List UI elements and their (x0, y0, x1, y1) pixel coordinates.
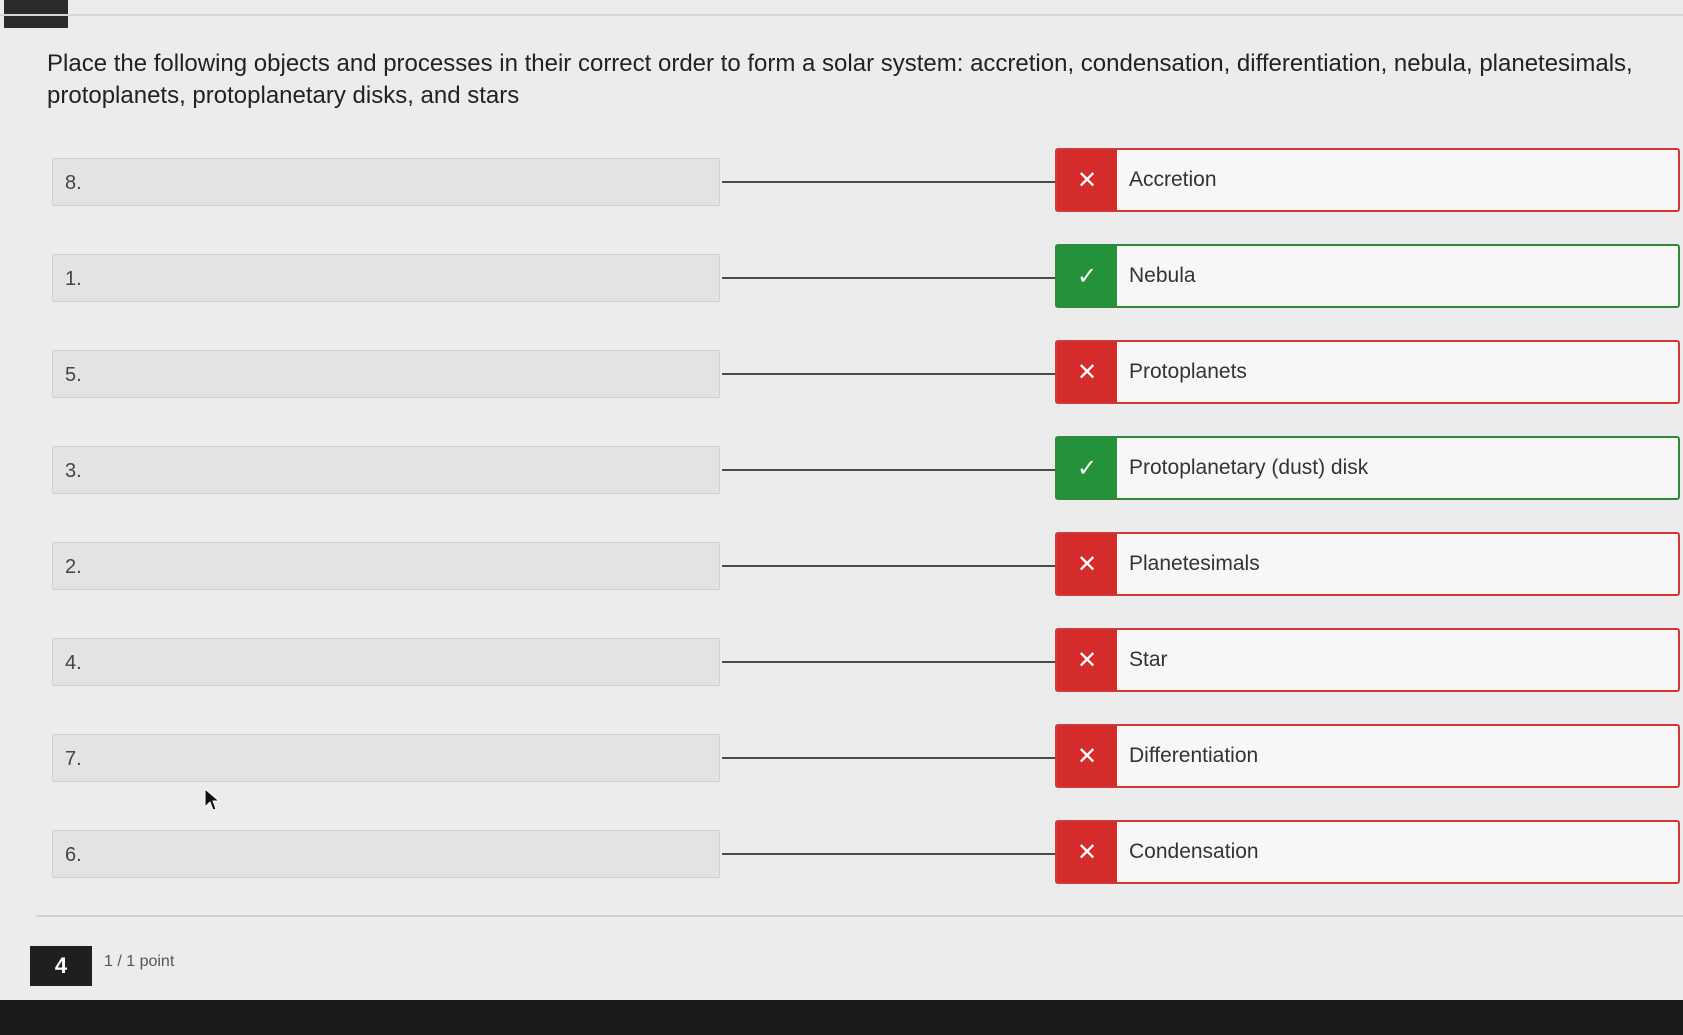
match-row: 2. ✕ Planetesimals (0, 532, 1683, 602)
connector-line (722, 181, 1058, 183)
answer-label: Condensation (1129, 840, 1259, 863)
answer-item-differentiation[interactable]: ✕ Differentiation (1055, 724, 1680, 788)
answer-label: Protoplanets (1129, 360, 1247, 383)
connector-line (722, 661, 1058, 663)
order-slot[interactable]: 8. (52, 158, 720, 206)
answer-item-protoplanets[interactable]: ✕ Protoplanets (1055, 340, 1680, 404)
match-row: 4. ✕ Star (0, 628, 1683, 698)
connector-line (722, 277, 1058, 279)
answer-item-planetesimals[interactable]: ✕ Planetesimals (1055, 532, 1680, 596)
connector-line (722, 757, 1058, 759)
question-text: Place the following objects and processe… (47, 50, 1633, 109)
incorrect-icon: ✕ (1057, 726, 1117, 786)
incorrect-icon: ✕ (1057, 534, 1117, 594)
top-divider (0, 14, 1683, 16)
order-slot[interactable]: 5. (52, 350, 720, 398)
check-icon: ✓ (1057, 246, 1117, 306)
match-row: 1. ✓ Nebula (0, 244, 1683, 314)
connector-line (722, 853, 1058, 855)
answer-label: Differentiation (1129, 744, 1259, 767)
connector-line (722, 565, 1058, 567)
quiz-screen: Place the following objects and processe… (0, 0, 1683, 1000)
match-row: 3. ✓ Protoplanetary (dust) disk (0, 436, 1683, 506)
answer-item-condensation[interactable]: ✕ Condensation (1055, 820, 1680, 884)
mouse-cursor-icon (204, 788, 220, 811)
answer-item-star[interactable]: ✕ Star (1055, 628, 1680, 692)
question-number-badge[interactable]: 4 (30, 946, 92, 986)
answer-label: Planetesimals (1129, 552, 1260, 575)
connector-line (722, 373, 1058, 375)
answer-item-accretion[interactable]: ✕ Accretion (1055, 148, 1680, 212)
match-row: 8. ✕ Accretion (0, 148, 1683, 218)
match-row: 5. ✕ Protoplanets (0, 340, 1683, 410)
answer-item-nebula[interactable]: ✓ Nebula (1055, 244, 1680, 308)
match-row: 7. ✕ Differentiation (0, 724, 1683, 794)
order-slot[interactable]: 7. (52, 734, 720, 782)
order-slot[interactable]: 1. (52, 254, 720, 302)
incorrect-icon: ✕ (1057, 342, 1117, 402)
match-row: 6. ✕ Condensation (0, 820, 1683, 890)
answer-label: Star (1129, 648, 1168, 671)
answer-label: Protoplanetary (dust) disk (1129, 456, 1369, 479)
answer-item-protoplanetary-disk[interactable]: ✓ Protoplanetary (dust) disk (1055, 436, 1680, 500)
answer-label: Nebula (1129, 264, 1196, 287)
order-slot[interactable]: 2. (52, 542, 720, 590)
order-slot[interactable]: 4. (52, 638, 720, 686)
answer-label: Accretion (1129, 168, 1217, 191)
order-slot[interactable]: 3. (52, 446, 720, 494)
connector-line (722, 469, 1058, 471)
bottom-divider (36, 915, 1683, 917)
order-slot[interactable]: 6. (52, 830, 720, 878)
incorrect-icon: ✕ (1057, 630, 1117, 690)
incorrect-icon: ✕ (1057, 822, 1117, 882)
score-text: 1 / 1 point (104, 953, 175, 970)
check-icon: ✓ (1057, 438, 1117, 498)
incorrect-icon: ✕ (1057, 150, 1117, 210)
